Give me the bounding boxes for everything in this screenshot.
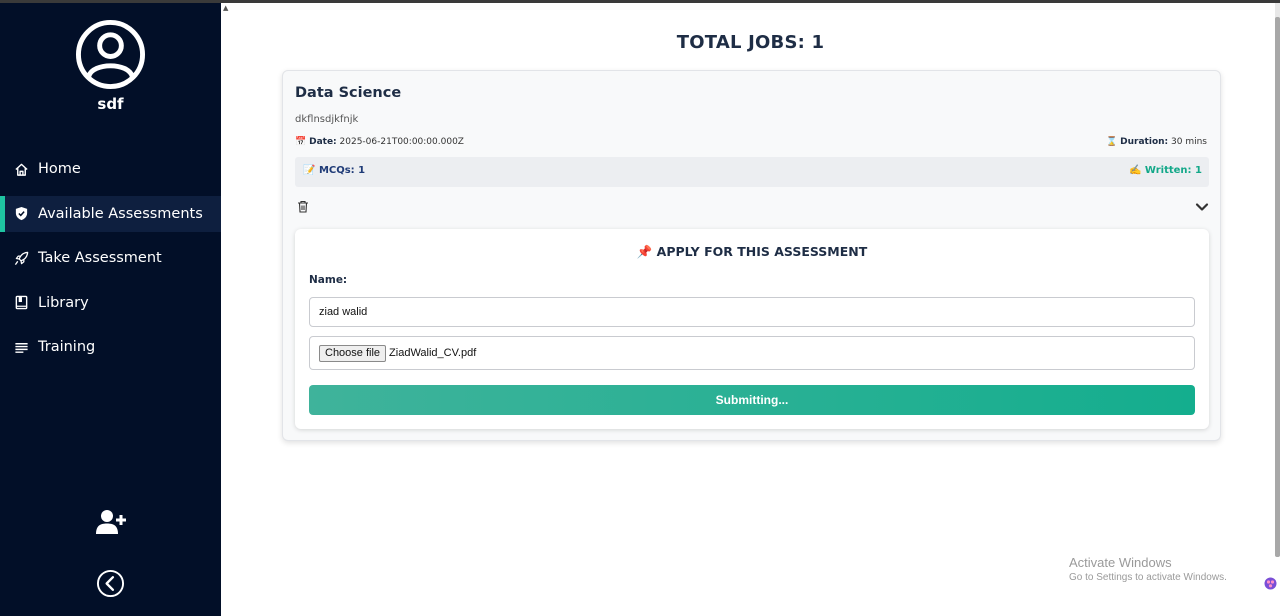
sidebar-item-training[interactable]: Training xyxy=(0,329,221,365)
book-icon xyxy=(15,295,28,310)
sidebar-item-take-assessment[interactable]: Take Assessment xyxy=(0,240,221,276)
trash-icon[interactable] xyxy=(297,200,309,213)
watermark-title: Activate Windows xyxy=(1069,555,1172,570)
sidebar-username: sdf xyxy=(97,95,124,113)
name-input[interactable] xyxy=(309,297,1195,327)
sidebar-item-label: Training xyxy=(38,339,96,355)
watermark-subtitle: Go to Settings to activate Windows. xyxy=(1069,572,1227,583)
mcq-count-text: MCQs: 1 xyxy=(318,165,366,176)
memo-icon: 📝 xyxy=(303,165,316,176)
duration-label: Duration: xyxy=(1120,137,1169,147)
written-count-text: Written: 1 xyxy=(1144,165,1202,176)
calendar-icon: 📅 xyxy=(295,137,307,147)
pushpin-icon: 📌 xyxy=(636,244,653,259)
hourglass-icon: ⌛ xyxy=(1106,137,1118,147)
sidebar-item-label: Home xyxy=(38,161,81,177)
sidebar-item-library[interactable]: Library xyxy=(0,285,221,321)
sidebar: sdf Home Available Assessments Take Asse… xyxy=(0,3,221,616)
date-label: Date: xyxy=(309,137,337,147)
add-user-icon[interactable] xyxy=(96,509,126,535)
writing-hand-icon: ✍️ xyxy=(1128,165,1142,176)
user-avatar-icon[interactable] xyxy=(75,19,146,90)
selected-file-name: ZiadWalid_CV.pdf xyxy=(389,347,477,359)
activate-windows-watermark: Activate Windows Go to Settings to activ… xyxy=(1069,555,1227,583)
list-icon xyxy=(15,342,28,353)
job-duration: ⌛ Duration: 30 mins xyxy=(1106,137,1207,147)
sidebar-nav: Home Available Assessments Take Assessme… xyxy=(0,151,221,374)
sidebar-item-home[interactable]: Home xyxy=(0,151,221,187)
duration-value: 30 mins xyxy=(1171,137,1207,147)
extension-icon[interactable] xyxy=(1264,577,1277,590)
apply-form: 📌 APPLY FOR THIS ASSESSMENT Name: Choose… xyxy=(295,229,1209,429)
choose-file-button[interactable]: Choose file xyxy=(319,344,387,362)
name-label: Name: xyxy=(309,274,348,286)
home-icon xyxy=(15,163,28,176)
vertical-scrollbar[interactable] xyxy=(1275,3,1280,557)
mcq-count: 📝 MCQs: 1 xyxy=(303,165,365,176)
apply-form-title-text: APPLY FOR THIS ASSESSMENT xyxy=(656,244,868,259)
sidebar-item-label: Available Assessments xyxy=(38,205,203,222)
rocket-icon xyxy=(14,251,29,265)
collapse-sidebar-icon[interactable] xyxy=(96,569,125,598)
question-counts-bar: 📝 MCQs: 1 ✍️ Written: 1 xyxy=(295,157,1209,187)
job-description: dkflnsdjkfnjk xyxy=(295,114,359,125)
scroll-up-arrow-icon[interactable]: ▲ xyxy=(223,4,228,12)
job-date: 📅 Date: 2025-06-21T00:00:00.000Z xyxy=(295,137,464,147)
job-card: Data Science dkflnsdjkfnjk 📅 Date: 2025-… xyxy=(282,70,1221,441)
chevron-down-icon[interactable] xyxy=(1195,202,1209,212)
cv-file-input[interactable]: Choose file ZiadWalid_CV.pdf xyxy=(309,336,1195,370)
submit-button[interactable]: Submitting... xyxy=(309,385,1195,415)
date-value: 2025-06-21T00:00:00.000Z xyxy=(339,137,464,147)
apply-form-title: 📌 APPLY FOR THIS ASSESSMENT xyxy=(295,244,1209,260)
total-jobs-heading: TOTAL JOBS: 1 xyxy=(676,32,825,53)
shield-check-icon xyxy=(15,206,28,221)
scrollbar-thumb[interactable] xyxy=(1275,17,1280,557)
sidebar-item-label: Library xyxy=(38,294,89,311)
job-title: Data Science xyxy=(295,85,402,101)
sidebar-item-available-assessments[interactable]: Available Assessments xyxy=(0,195,221,232)
written-count: ✍️ Written: 1 xyxy=(1129,165,1202,176)
sidebar-item-label: Take Assessment xyxy=(38,250,162,266)
